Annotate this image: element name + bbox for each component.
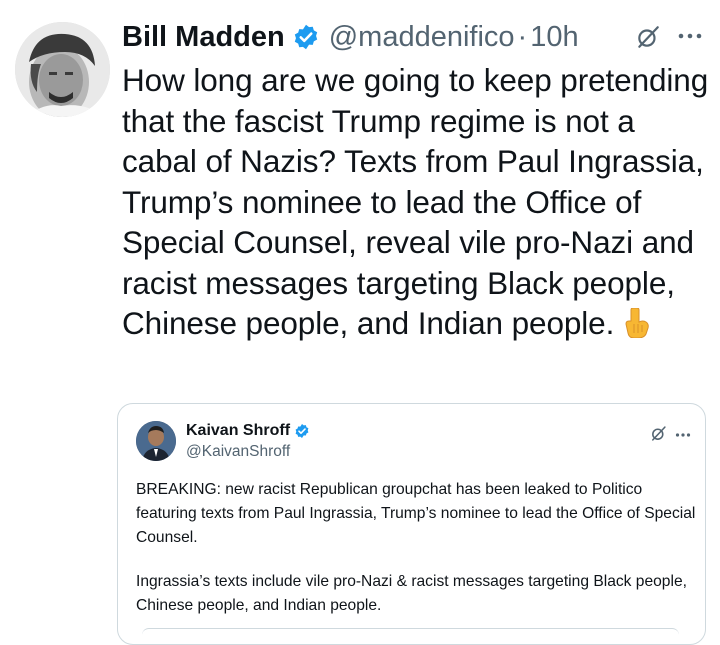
separator-dot: ·: [517, 20, 528, 53]
verified-badge-icon: [292, 23, 320, 51]
tweet-body: How long are we going to keep pretending…: [122, 62, 709, 341]
timestamp[interactable]: 10h: [530, 21, 578, 54]
quoted-author-handle[interactable]: @KaivanShroff: [186, 443, 290, 461]
grok-icon[interactable]: [635, 24, 661, 50]
more-options-icon[interactable]: [677, 26, 703, 46]
quoted-text-paragraph-2: Ingrassia’s texts include vile pro-Nazi …: [136, 573, 687, 614]
pointing-down-hand-icon: [622, 307, 650, 339]
tweet-text: How long are we going to keep pretending…: [122, 60, 712, 344]
quoted-author-avatar[interactable]: [136, 421, 176, 461]
quoted-text-paragraph-1: BREAKING: new racist Republican groupcha…: [136, 481, 696, 546]
quoted-grok-icon[interactable]: [650, 425, 667, 442]
author-name[interactable]: Bill Madden: [122, 21, 285, 54]
quoted-more-options-icon[interactable]: [675, 428, 691, 440]
quoted-author-name[interactable]: Kaivan Shroff: [186, 422, 290, 440]
author-handle[interactable]: @maddenifico: [329, 21, 515, 54]
quoted-verified-badge-icon: [294, 423, 310, 439]
quoted-author-name-row: Kaivan Shroff: [186, 422, 310, 440]
quoted-media-edge: [142, 628, 679, 635]
quoted-tweet-card[interactable]: Kaivan Shroff @KaivanShroff BREAKING: ne…: [117, 403, 706, 645]
tweet-header: Bill Madden @maddenifico · 10h: [122, 14, 579, 60]
author-avatar[interactable]: [15, 22, 110, 117]
